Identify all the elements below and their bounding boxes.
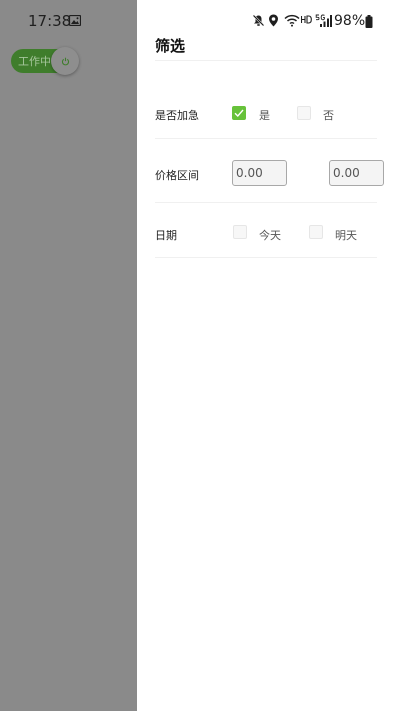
date-tomorrow-label[interactable]: 明天	[335, 227, 357, 243]
title-divider	[155, 60, 377, 61]
price-range-label: 价格区间	[155, 169, 199, 182]
filter-drawer: 98% 筛选 是否加急 是 否 价格区间 日期 今天 明天	[137, 0, 400, 711]
urgent-label: 是否加急	[155, 109, 199, 122]
power-icon	[61, 57, 69, 65]
price-min-input[interactable]	[232, 160, 287, 186]
filter-title: 筛选	[155, 37, 186, 55]
mute-icon	[252, 14, 265, 27]
status-time: 17:38	[28, 12, 72, 30]
urgent-yes-label[interactable]: 是	[259, 107, 270, 123]
urgent-no-checkbox[interactable]	[297, 106, 311, 120]
gallery-icon	[69, 15, 81, 26]
date-label: 日期	[155, 229, 177, 242]
price-max-input[interactable]	[329, 160, 384, 186]
date-today-label[interactable]: 今天	[259, 227, 281, 243]
check-icon	[234, 109, 244, 118]
price-divider	[155, 202, 377, 203]
hd-icon	[301, 15, 312, 24]
location-icon	[269, 14, 278, 27]
date-tomorrow-checkbox[interactable]	[309, 225, 323, 239]
dim-overlay[interactable]	[0, 0, 137, 711]
battery-icon	[365, 15, 373, 28]
status-bar-left: 17:38	[0, 0, 137, 44]
date-divider	[155, 257, 377, 258]
signal-5g-icon	[315, 14, 332, 27]
battery-level: 98%	[334, 13, 366, 29]
urgent-no-label[interactable]: 否	[323, 107, 334, 123]
urgent-divider	[155, 138, 377, 139]
work-status-label: 工作中	[18, 55, 51, 68]
wifi-icon	[284, 14, 300, 27]
work-status-toggle[interactable]: 工作中	[11, 47, 79, 75]
toggle-knob[interactable]	[51, 47, 79, 75]
date-today-checkbox[interactable]	[233, 225, 247, 239]
urgent-yes-checkbox[interactable]	[232, 106, 246, 120]
